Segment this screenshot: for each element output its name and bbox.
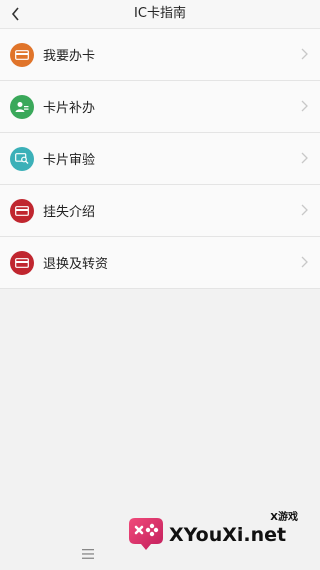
list-item-verify-card[interactable]: 卡片审验 bbox=[0, 133, 320, 185]
gamepad-logo-icon bbox=[129, 518, 163, 550]
list-item-label: 卡片审验 bbox=[43, 153, 96, 168]
list-item-report-loss[interactable]: 挂失介绍 bbox=[0, 185, 320, 237]
list-item-exchange-transfer[interactable]: 退换及转资 bbox=[0, 237, 320, 289]
page-title: IC卡指南 bbox=[134, 6, 186, 21]
guide-list: 我要办卡 卡片补办 卡片审验 挂失介绍 退换及转资 bbox=[0, 29, 320, 289]
list-item-label: 退换及转资 bbox=[43, 257, 109, 272]
watermark-caption: X游戏 bbox=[270, 512, 298, 523]
list-item-apply-card[interactable]: 我要办卡 bbox=[0, 29, 320, 81]
chevron-right-icon bbox=[301, 100, 308, 112]
watermark-site: XYouXi.net bbox=[169, 524, 287, 546]
title-bar: IC卡指南 bbox=[0, 0, 320, 29]
list-item-reissue-card[interactable]: 卡片补办 bbox=[0, 81, 320, 133]
chevron-right-icon bbox=[301, 152, 308, 164]
card-search-icon bbox=[10, 146, 34, 171]
chevron-right-icon bbox=[301, 256, 308, 268]
chevron-right-icon bbox=[301, 204, 308, 216]
card-icon bbox=[10, 198, 34, 223]
list-item-label: 卡片补办 bbox=[43, 101, 96, 116]
card-icon bbox=[10, 250, 34, 275]
menu-button[interactable] bbox=[82, 544, 94, 563]
chevron-right-icon bbox=[301, 48, 308, 60]
card-icon bbox=[10, 42, 34, 67]
watermark: X游戏 XYouXi.net bbox=[125, 508, 310, 556]
user-card-icon bbox=[10, 94, 34, 119]
list-item-label: 我要办卡 bbox=[43, 49, 96, 64]
hamburger-icon bbox=[82, 548, 94, 559]
list-item-label: 挂失介绍 bbox=[43, 205, 96, 220]
